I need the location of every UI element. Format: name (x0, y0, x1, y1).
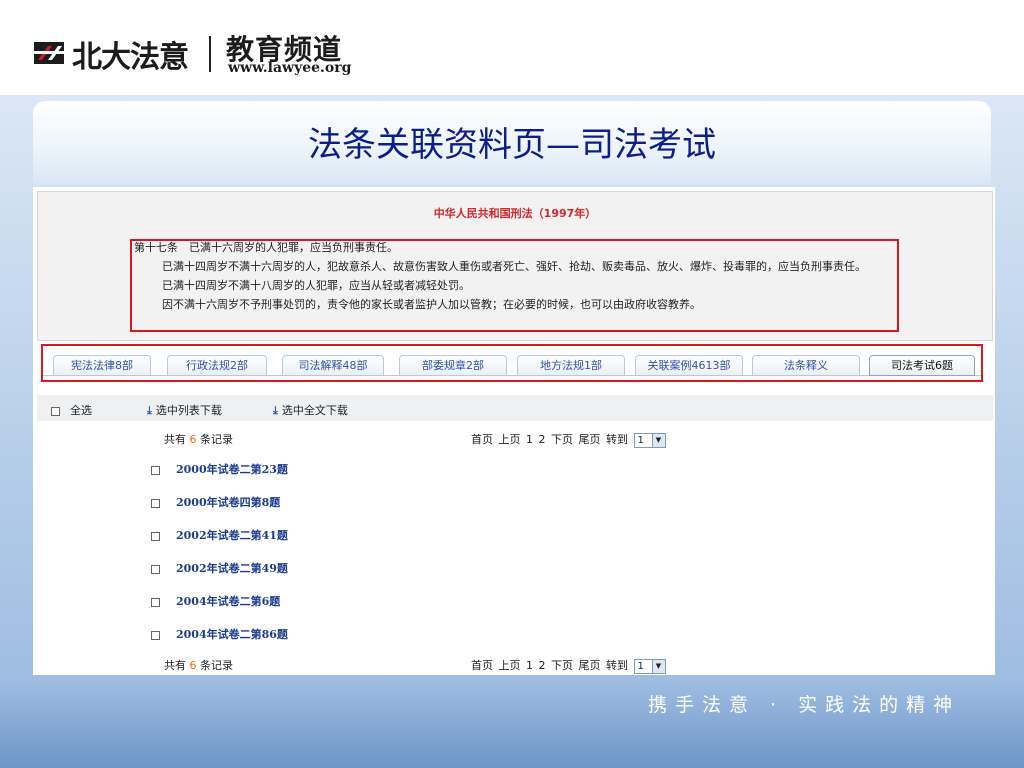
list-toolbar: 全选 ⤓ 选中列表下载 ⤓ 选中全文下载 (37, 395, 993, 421)
pager-page-1[interactable]: 1 (526, 659, 533, 672)
pager-next[interactable]: 下页 (551, 433, 573, 446)
chevron-down-icon[interactable]: ▼ (651, 659, 665, 673)
page-select[interactable]: 1 ▼ (633, 432, 666, 448)
record-count-number: 6 (189, 659, 197, 672)
record-count-prefix: 共有 (164, 433, 186, 446)
item-link[interactable]: 2002年试卷二第49题 (176, 562, 288, 575)
download-full-button[interactable]: ⤓ 选中全文下载 (273, 402, 348, 418)
pager-next[interactable]: 下页 (551, 659, 573, 672)
item-checkbox[interactable] (151, 531, 160, 541)
pager-last[interactable]: 尾页 (579, 659, 601, 672)
page-select-value: 1 (637, 434, 644, 446)
pager-page-2[interactable]: 2 (539, 659, 546, 672)
download-icon: ⤓ (273, 404, 278, 417)
list-item[interactable]: 2004年试卷二第6题 (151, 593, 451, 611)
pager-bottom: 首页 上页 1 2 下页 尾页 转到 1 ▼ (471, 657, 666, 674)
tab-local-regulations[interactable]: 地方法规1部 (517, 355, 625, 376)
pager-first[interactable]: 首页 (471, 433, 493, 446)
slogan: 携手法意 · 实践法的精神 (648, 694, 961, 716)
list-item[interactable]: 2004年试卷二第86题 (151, 626, 451, 644)
law-title[interactable]: 中华人民共和国刑法（1997年） (38, 205, 992, 221)
record-count-bottom: 共有 6 条记录 (164, 657, 233, 673)
tab-constitution-laws[interactable]: 宪法法律8部 (53, 355, 151, 376)
pager-goto-label: 转到 (606, 659, 628, 672)
download-list-label: 选中列表下载 (155, 404, 222, 417)
page-select[interactable]: 1 ▼ (633, 658, 666, 674)
title-banner: 法条关联资料页—司法考试 (33, 101, 991, 185)
pager-goto-label: 转到 (606, 433, 628, 446)
record-count: 共有 6 条记录 (164, 431, 233, 447)
tab-ministry-rules[interactable]: 部委规章2部 (399, 355, 507, 376)
select-all-checkbox[interactable] (51, 406, 60, 416)
pager: 首页 上页 1 2 下页 尾页 转到 1 ▼ (471, 431, 666, 448)
pager-prev[interactable]: 上页 (499, 659, 521, 672)
item-checkbox[interactable] (151, 630, 160, 640)
header: 北大法意 教育频道 www.lawyee.org (0, 0, 1024, 95)
pager-page-2[interactable]: 2 (539, 433, 546, 446)
record-count-prefix: 共有 (164, 659, 186, 672)
logo-text: 北大法意 (72, 40, 189, 75)
download-full-label: 选中全文下载 (281, 404, 348, 417)
pager-first[interactable]: 首页 (471, 659, 493, 672)
list-item[interactable]: 2000年试卷四第8题 (151, 494, 451, 512)
item-checkbox[interactable] (151, 498, 160, 508)
tab-judicial-exam[interactable]: 司法考试6题 (869, 355, 975, 376)
list-item[interactable]: 2002年试卷二第49题 (151, 560, 451, 578)
page-select-value: 1 (637, 660, 644, 672)
item-checkbox[interactable] (151, 564, 160, 574)
screenshot-panel: 中华人民共和国刑法（1997年） 第十七条 已满十六周岁的人犯罪，应当负刑事责任… (33, 187, 995, 675)
page-title: 法条关联资料页—司法考试 (308, 125, 716, 165)
tab-admin-regulations[interactable]: 行政法规2部 (167, 355, 267, 376)
tab-judicial-interpretations[interactable]: 司法解释48部 (282, 355, 384, 376)
lawyee-logo-icon (34, 42, 64, 64)
pager-page-1[interactable]: 1 (526, 433, 533, 446)
record-count-suffix: 条记录 (200, 659, 233, 672)
item-checkbox[interactable] (151, 465, 160, 475)
highlight-frame (130, 239, 899, 332)
logo-divider (209, 36, 211, 72)
record-count-number: 6 (189, 433, 197, 446)
site-url: www.lawyee.org (228, 60, 352, 76)
item-link[interactable]: 2002年试卷二第41题 (176, 529, 288, 542)
tab-article-interpretation[interactable]: 法条释义 (752, 355, 860, 376)
tab-bar: 宪法法律8部 行政法规2部 司法解释48部 部委规章2部 地方法规1部 关联案例… (41, 344, 983, 382)
pager-prev[interactable]: 上页 (499, 433, 521, 446)
item-link[interactable]: 2000年试卷四第8题 (176, 496, 280, 509)
tab-related-cases[interactable]: 关联案例4613部 (635, 355, 743, 376)
list-item[interactable]: 2002年试卷二第41题 (151, 527, 451, 545)
record-count-suffix: 条记录 (200, 433, 233, 446)
list-item[interactable]: 2000年试卷二第23题 (151, 461, 451, 479)
download-icon: ⤓ (147, 404, 152, 417)
select-all-label: 全选 (70, 404, 92, 417)
item-link[interactable]: 2004年试卷二第6题 (176, 595, 280, 608)
select-all[interactable]: 全选 (51, 402, 92, 418)
item-checkbox[interactable] (151, 597, 160, 607)
item-link[interactable]: 2004年试卷二第86题 (176, 628, 288, 641)
chevron-down-icon[interactable]: ▼ (651, 433, 665, 447)
item-link[interactable]: 2000年试卷二第23题 (176, 463, 288, 476)
pager-last[interactable]: 尾页 (579, 433, 601, 446)
law-article-box: 中华人民共和国刑法（1997年） 第十七条 已满十六周岁的人犯罪，应当负刑事责任… (37, 191, 993, 341)
download-list-button[interactable]: ⤓ 选中列表下载 (147, 402, 222, 418)
